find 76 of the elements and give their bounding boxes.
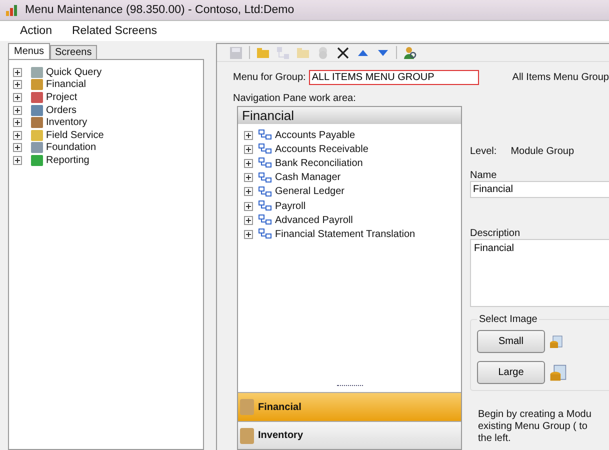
- tree-item[interactable]: Reporting: [46, 154, 90, 166]
- menu-item[interactable]: Related Screens: [70, 25, 159, 37]
- tree-item[interactable]: Cash Manager: [275, 172, 341, 184]
- expand-icon[interactable]: [13, 130, 22, 140]
- module-icon: [31, 154, 43, 166]
- module-icon: [31, 142, 43, 154]
- input-field[interactable]: ALL ITEMS MENU GROUP: [308, 70, 480, 84]
- tree-item[interactable]: Foundation: [46, 142, 96, 154]
- description-field[interactable]: Financial: [470, 239, 609, 307]
- field-label: Description: [470, 228, 522, 239]
- nodes-icon: [258, 157, 272, 170]
- hint-text: Begin by creating a Modu existing Menu Group ( to the left.: [477, 409, 592, 445]
- bars-logo-icon: [6, 4, 20, 16]
- tree-item[interactable]: Field Service: [46, 130, 104, 141]
- coins-icon: [549, 334, 563, 348]
- expand-icon[interactable]: [244, 144, 253, 154]
- tree-item[interactable]: Accounts Payable: [275, 130, 356, 141]
- splitter-grip[interactable]: [336, 385, 362, 389]
- nodes-icon: [258, 129, 272, 142]
- expand-icon[interactable]: [244, 130, 253, 140]
- expand-icon[interactable]: [244, 216, 253, 225]
- user-search-icon[interactable]: [403, 46, 417, 60]
- module-icon: [31, 79, 43, 90]
- module-icon: [31, 117, 43, 128]
- module-button[interactable]: Inventory: [238, 421, 461, 449]
- nodes-icon: [258, 143, 272, 156]
- name-field[interactable]: Financial: [470, 181, 609, 198]
- expand-icon[interactable]: [244, 202, 253, 211]
- tree-item[interactable]: Advanced Payroll: [275, 214, 353, 226]
- tree-item[interactable]: Financial: [46, 79, 86, 90]
- expand-icon[interactable]: [244, 173, 253, 182]
- nodes-icon: [258, 186, 272, 198]
- nodes-icon: [258, 200, 272, 212]
- field-label: Navigation Pane work area:: [233, 93, 357, 104]
- image-size-button[interactable]: Small: [477, 330, 545, 353]
- menu-item[interactable]: Action: [18, 25, 54, 37]
- expand-icon[interactable]: [244, 187, 253, 196]
- tree-item[interactable]: General Ledger: [275, 186, 344, 198]
- tree-item[interactable]: Orders: [46, 104, 77, 116]
- expand-icon[interactable]: [13, 68, 22, 77]
- tree-item[interactable]: Payroll: [275, 200, 306, 212]
- window-title: Menu Maintenance (98.350.00) - Contoso, Ltd:Demo: [25, 4, 294, 16]
- expand-icon[interactable]: [13, 156, 22, 165]
- pane-header: Financial: [238, 107, 461, 124]
- nodes-icon: [258, 214, 272, 226]
- image-size-button[interactable]: Large: [477, 361, 545, 384]
- expand-icon[interactable]: [13, 106, 22, 115]
- tab[interactable]: Screens: [50, 45, 97, 59]
- expand-icon[interactable]: [13, 92, 22, 102]
- expand-icon[interactable]: [13, 80, 22, 90]
- tree-item[interactable]: Financial Statement Translation: [275, 228, 416, 240]
- tree-item[interactable]: Project: [46, 92, 78, 103]
- module-icon: [31, 66, 43, 78]
- expand-icon[interactable]: [13, 143, 22, 152]
- coins-icon: [549, 364, 567, 382]
- field-label: Menu for Group:: [233, 72, 306, 82]
- expand-icon[interactable]: [244, 230, 253, 239]
- field-label: Level:: [470, 146, 497, 157]
- expand-icon[interactable]: [244, 158, 253, 168]
- module-icon: [31, 104, 43, 116]
- module-icon: [31, 130, 43, 141]
- tree-item[interactable]: Accounts Receivable: [275, 144, 368, 155]
- module-icon: [31, 92, 43, 103]
- field-label: Name: [470, 170, 498, 181]
- group-title: Select Image: [477, 314, 540, 325]
- level-value: Module Group: [510, 146, 574, 157]
- module-button[interactable]: Financial: [238, 392, 461, 421]
- nodes-icon: [258, 172, 272, 184]
- tree-item[interactable]: Inventory: [46, 117, 88, 128]
- tab[interactable]: Menus: [8, 43, 50, 59]
- close-icon[interactable]: [336, 46, 350, 60]
- group-description: All Items Menu Group: [512, 72, 609, 82]
- nodes-icon: [258, 228, 272, 240]
- tree-item[interactable]: Bank Reconciliation: [275, 158, 363, 169]
- tree-item[interactable]: Quick Query: [46, 66, 102, 78]
- expand-icon[interactable]: [13, 118, 22, 128]
